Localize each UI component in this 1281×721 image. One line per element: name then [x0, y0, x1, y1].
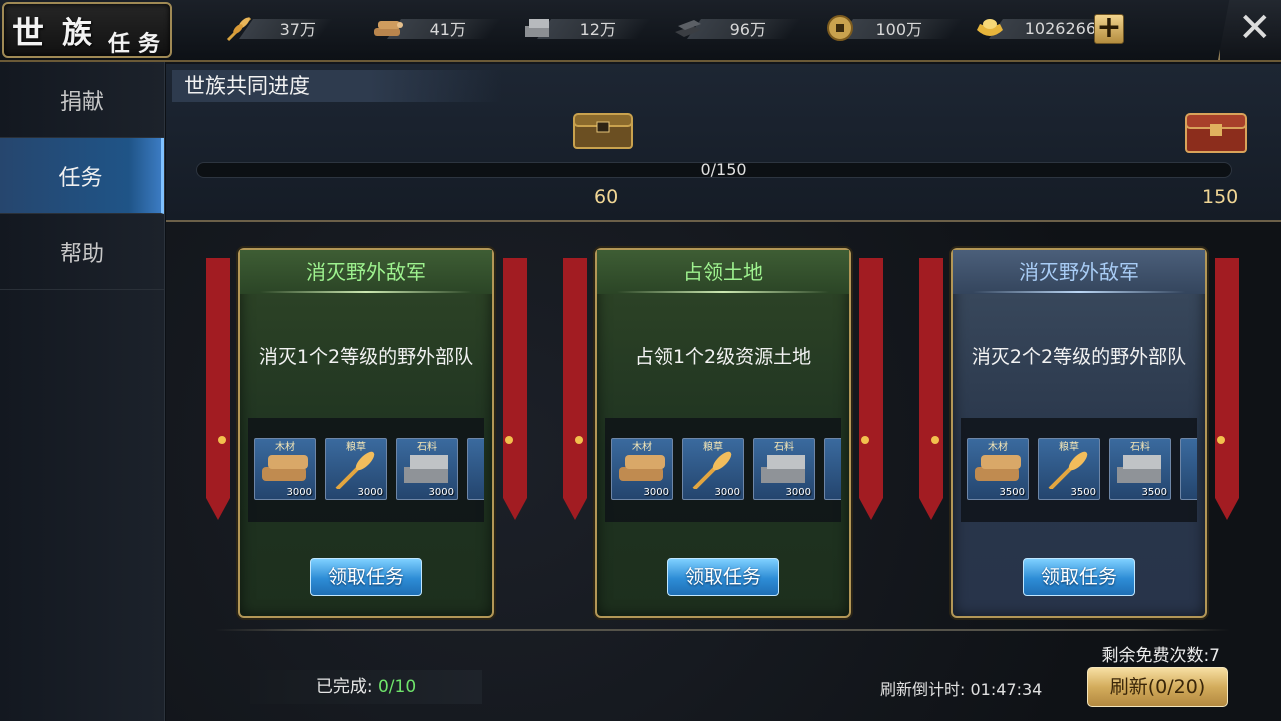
window-title-logo: 世 族 任 务 — [2, 2, 172, 58]
title-char-1: 世 — [12, 14, 45, 52]
banner-decoration — [563, 258, 587, 520]
resource-coin: 100万 — [824, 14, 964, 42]
resource-wood: 41万 — [372, 14, 502, 42]
task-title: 消灭野外敌军 — [953, 250, 1205, 294]
title-char-4: 务 — [138, 31, 161, 57]
reward-item-grain[interactable]: 粮草 3000 — [325, 438, 387, 500]
completed-counter: 已完成: 0/10 — [250, 670, 482, 704]
task-description: 占领1个2级资源土地 — [634, 346, 812, 368]
task-card: 占领土地 占领1个2级资源土地 木材 3000 粮草 3000 石料 3000 领取任… — [595, 248, 851, 618]
reward-item-wood[interactable]: 木材 3500 — [967, 438, 1029, 500]
completed-value: 0/10 — [377, 677, 417, 697]
accept-task-button[interactable]: 领取任务 — [1023, 558, 1135, 596]
top-bar: 世 族 任 务 37万 41万 12万 96万 100万 1026266 + ✕ — [0, 0, 1281, 62]
reward-item-more[interactable] — [1180, 438, 1197, 500]
chest-bronze-icon[interactable] — [570, 108, 636, 152]
wood-icon — [619, 455, 665, 481]
wood-icon — [262, 455, 308, 481]
gold-amount: 1026266 — [1024, 18, 1096, 38]
accept-task-button[interactable]: 领取任务 — [667, 558, 779, 596]
title-char-3: 任 — [108, 31, 131, 57]
add-gold-button[interactable]: + — [1094, 13, 1124, 44]
reward-item-wood[interactable]: 木材 3000 — [611, 438, 673, 500]
reward-list: 木材 3000 粮草 3000 石料 3000 — [605, 418, 841, 522]
reward-item-stone[interactable]: 石料 3500 — [1109, 438, 1171, 500]
gold-ingot-icon — [977, 19, 1003, 36]
task-title: 消灭野外敌军 — [240, 250, 492, 294]
banner-decoration — [206, 258, 230, 520]
milestone-150: 150 — [1202, 186, 1239, 208]
iron-amount: 96万 — [729, 20, 766, 39]
completed-label: 已完成: — [315, 677, 378, 697]
resource-stone: 12万 — [522, 14, 652, 42]
section-divider — [215, 629, 1230, 631]
task-card: 消灭野外敌军 消灭1个2等级的野外部队 木材 3000 粮草 3000 石料 3000… — [238, 248, 494, 618]
resource-gold: 1026266 — [974, 14, 1124, 42]
sidebar-item-tasks[interactable]: 任务 — [0, 138, 164, 214]
wood-amount: 41万 — [429, 20, 466, 39]
reward-list: 木材 3500 粮草 3500 石料 3500 — [961, 418, 1197, 522]
sidebar-item-donate[interactable]: 捐献 — [0, 62, 164, 138]
task-description: 消灭2个2等级的野外部队 — [971, 346, 1187, 368]
grain-icon — [335, 451, 375, 489]
banner-decoration — [503, 258, 527, 520]
stone-icon — [761, 455, 805, 483]
reward-item-grain[interactable]: 粮草 3000 — [682, 438, 744, 500]
clan-progress-panel: 世族共同进度 0/150 60 150 — [166, 64, 1281, 222]
task-title: 占领土地 — [597, 250, 849, 294]
task-card: 消灭野外敌军 消灭2个2等级的野外部队 木材 3500 粮草 3500 石料 3500… — [951, 248, 1207, 618]
milestone-60: 60 — [594, 186, 619, 208]
wood-icon — [374, 21, 403, 36]
reward-item-grain[interactable]: 粮草 3500 — [1038, 438, 1100, 500]
refresh-button[interactable]: 刷新(0/20) — [1087, 667, 1228, 707]
reward-list: 木材 3000 粮草 3000 石料 3000 — [248, 418, 484, 522]
reward-item-stone[interactable]: 石料 3000 — [753, 438, 815, 500]
resource-grain: 37万 — [224, 14, 334, 42]
sidebar: 捐献 任务 帮助 — [0, 62, 165, 721]
stone-icon — [404, 455, 448, 483]
coin-amount: 100万 — [875, 20, 922, 39]
free-refresh-count: 剩余免费次数:7 — [1101, 646, 1220, 666]
progress-text: 0/150 — [700, 160, 747, 179]
task-description: 消灭1个2等级的野外部队 — [258, 346, 474, 368]
sidebar-item-help[interactable]: 帮助 — [0, 214, 164, 290]
reward-item-stone[interactable]: 石料 3000 — [396, 438, 458, 500]
banner-decoration — [1215, 258, 1239, 520]
reward-item-more[interactable] — [467, 438, 484, 500]
grain-icon — [692, 451, 732, 489]
grain-amount: 37万 — [279, 20, 316, 39]
banner-decoration — [859, 258, 883, 520]
title-char-2: 族 — [62, 16, 92, 51]
banner-decoration — [919, 258, 943, 520]
copper-coin-icon — [827, 15, 853, 41]
wood-icon — [975, 455, 1021, 481]
chest-red-icon[interactable] — [1182, 108, 1250, 156]
iron-icon — [675, 20, 701, 37]
reward-item-more[interactable] — [824, 438, 841, 500]
resource-iron: 96万 — [672, 14, 802, 42]
close-icon: ✕ — [1238, 5, 1272, 51]
grain-icon — [1048, 451, 1088, 489]
reward-item-wood[interactable]: 木材 3000 — [254, 438, 316, 500]
stone-icon — [1117, 455, 1161, 483]
stone-amount: 12万 — [579, 20, 616, 39]
refresh-countdown: 刷新倒计时: 01:47:34 — [880, 680, 1043, 699]
stone-icon — [525, 19, 549, 37]
accept-task-button[interactable]: 领取任务 — [310, 558, 422, 596]
grain-icon — [226, 16, 252, 42]
progress-title: 世族共同进度 — [172, 70, 502, 102]
close-button[interactable]: ✕ — [1218, 0, 1281, 60]
